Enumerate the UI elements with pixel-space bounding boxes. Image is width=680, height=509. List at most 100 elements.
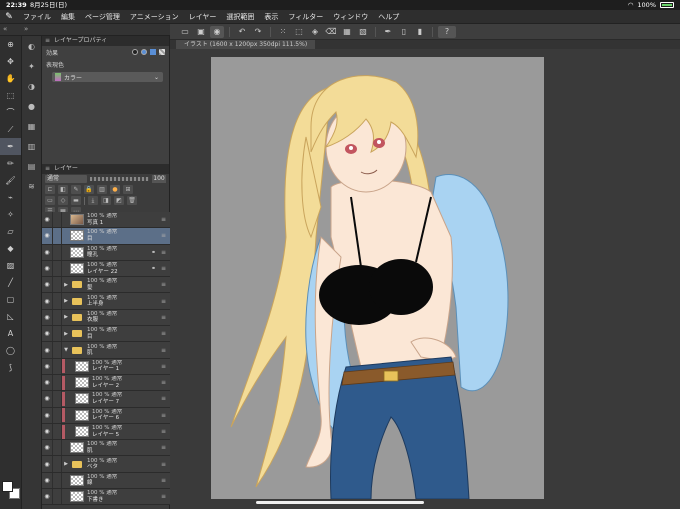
lock-icon[interactable]: 🔒 bbox=[84, 185, 94, 194]
layer-row[interactable]: ◉ 100 % 通常 レイヤー 5 ≡ bbox=[42, 423, 170, 441]
layer-drag-handle-icon[interactable]: ≡ bbox=[161, 249, 166, 256]
layer-edit-toggle[interactable] bbox=[52, 489, 62, 505]
layer-drag-handle-icon[interactable]: ≡ bbox=[161, 281, 166, 288]
layer-row[interactable]: ◉ ▶ 100 % 通常 ベタ ≡ bbox=[42, 456, 170, 473]
foreground-color-swatch[interactable] bbox=[2, 481, 13, 492]
sub-tool-5-icon[interactable]: ▦ bbox=[22, 116, 41, 136]
undo-icon[interactable]: ↶ bbox=[235, 26, 249, 38]
layer-row[interactable]: ◉ ▶ 100 % 通常 上半身 ≡ bbox=[42, 293, 170, 310]
lock-transparent-icon[interactable]: ▥ bbox=[97, 185, 107, 194]
layer-edit-toggle[interactable] bbox=[52, 244, 62, 260]
menu-file[interactable]: ファイル bbox=[18, 12, 56, 22]
decoration-icon[interactable]: ✧ bbox=[0, 206, 21, 223]
visibility-eye-icon[interactable]: ◉ bbox=[42, 412, 52, 419]
layer-row[interactable]: ◉ ▶ 100 % 通常 衣服 ≡ bbox=[42, 309, 170, 327]
new-vector-layer-icon[interactable]: ◇ bbox=[58, 196, 68, 205]
selection-icon[interactable]: ⬚ bbox=[0, 87, 21, 104]
layer-edit-toggle[interactable] bbox=[52, 228, 62, 244]
layer-edit-toggle[interactable] bbox=[52, 293, 62, 309]
layer-row[interactable]: ◉ 100 % 通常 レイヤー 6 ≡ bbox=[42, 407, 170, 424]
layer-row[interactable]: ◉ 100 % 通常 レイヤー 1 ≡ bbox=[42, 358, 170, 375]
sub-tool-2-icon[interactable]: ✦ bbox=[22, 56, 41, 76]
visibility-eye-icon[interactable]: ◉ bbox=[42, 428, 52, 435]
layer-row[interactable]: ◉ ▼ 100 % 通常肌 ≡ bbox=[42, 342, 170, 359]
ruler-icon[interactable]: ◺ bbox=[0, 308, 21, 325]
layer-drag-handle-icon[interactable]: ≡ bbox=[161, 444, 166, 451]
visibility-eye-icon[interactable]: ◉ bbox=[42, 395, 52, 402]
visibility-eye-icon[interactable]: ◉ bbox=[42, 314, 52, 321]
fill-icon[interactable]: ◆ bbox=[0, 240, 21, 257]
balloon-icon[interactable]: ◯ bbox=[0, 342, 21, 359]
layer-row[interactable]: ◉ 100 % 通常 瞳孔 ⚭ ≡ bbox=[42, 244, 170, 261]
magnify-icon[interactable]: ⊕ bbox=[0, 36, 21, 53]
folder-expand-icon[interactable]: ▶ bbox=[62, 298, 70, 304]
brush-size-icon[interactable]: ▮ bbox=[413, 26, 427, 38]
menu-filter[interactable]: フィルター bbox=[283, 12, 328, 22]
layer-drag-handle-icon[interactable]: ≡ bbox=[161, 461, 166, 468]
hand-icon[interactable]: ✋ bbox=[0, 70, 21, 87]
opacity-value[interactable]: 100 bbox=[152, 175, 166, 183]
layer-drag-handle-icon[interactable]: ≡ bbox=[161, 412, 166, 419]
color-swatches[interactable] bbox=[2, 481, 20, 499]
menu-animation[interactable]: アニメーション bbox=[125, 12, 184, 22]
redo-icon[interactable]: ↷ bbox=[251, 26, 265, 38]
apply-mask-icon[interactable]: ◩ bbox=[114, 196, 124, 205]
sub-tool-1-icon[interactable]: ◐ bbox=[22, 36, 41, 56]
layer-drag-handle-icon[interactable]: ≡ bbox=[161, 265, 166, 272]
visibility-eye-icon[interactable]: ◉ bbox=[42, 444, 52, 451]
visibility-eye-icon[interactable]: ◉ bbox=[42, 216, 52, 223]
visibility-eye-icon[interactable]: ◉ bbox=[42, 249, 52, 256]
layer-edit-toggle[interactable] bbox=[52, 212, 62, 228]
layer-edit-toggle[interactable] bbox=[52, 440, 62, 456]
layer-drag-handle-icon[interactable]: ≡ bbox=[161, 232, 166, 239]
layer-drag-handle-icon[interactable]: ≡ bbox=[161, 428, 166, 435]
folder-collapse-icon[interactable]: ▼ bbox=[62, 347, 70, 353]
layer-row[interactable]: ◉ 100 % 通常目 ≡ bbox=[42, 228, 170, 245]
eraser-settings-icon[interactable]: ▯ bbox=[397, 26, 411, 38]
sub-tool-8-icon[interactable]: ≋ bbox=[22, 176, 41, 196]
text-icon[interactable]: A bbox=[0, 325, 21, 342]
visibility-eye-icon[interactable]: ◉ bbox=[42, 232, 52, 239]
eyedropper-icon[interactable]: ⟋ bbox=[0, 121, 21, 138]
menu-selection[interactable]: 選択範囲 bbox=[221, 12, 259, 22]
layer-drag-handle-icon[interactable]: ≡ bbox=[161, 363, 166, 370]
layer-edit-toggle[interactable] bbox=[52, 374, 62, 391]
layer-drag-handle-icon[interactable]: ≡ bbox=[161, 298, 166, 305]
layer-edit-toggle[interactable] bbox=[52, 472, 62, 489]
menu-help[interactable]: ヘルプ bbox=[373, 12, 404, 22]
layer-drag-handle-icon[interactable]: ≡ bbox=[161, 493, 166, 500]
layer-edit-toggle[interactable] bbox=[52, 456, 62, 472]
effect-option-3[interactable] bbox=[150, 49, 156, 55]
layer-drag-handle-icon[interactable]: ≡ bbox=[161, 330, 166, 337]
visibility-eye-icon[interactable]: ◉ bbox=[42, 347, 52, 354]
settings-icon[interactable]: ◉ bbox=[210, 25, 224, 38]
copy-icon[interactable]: ▦ bbox=[340, 26, 354, 38]
layer-row[interactable]: ◉ 100 % 通常 レイヤー 22 ⚭ ≡ bbox=[42, 260, 170, 278]
collapse-left-icon[interactable]: « bbox=[3, 25, 7, 33]
merge-down-icon[interactable]: ⤓ bbox=[88, 196, 98, 205]
new-folder-icon[interactable]: ▬ bbox=[71, 196, 81, 205]
move-icon[interactable]: ✥ bbox=[0, 53, 21, 70]
document-tab[interactable]: イラスト (1600 x 1200px 350dpi 111.5%) bbox=[176, 40, 316, 49]
eraser-icon[interactable]: ▱ bbox=[0, 223, 21, 240]
layer-row[interactable]: ◉ 100 % 通常 レイヤー 7 ≡ bbox=[42, 391, 170, 408]
airbrush-icon[interactable]: ⌁ bbox=[0, 189, 21, 206]
layer-edit-toggle[interactable] bbox=[52, 423, 62, 440]
figure-icon[interactable]: ╱ bbox=[0, 274, 21, 291]
pen-settings-icon[interactable]: ✒ bbox=[381, 26, 395, 38]
layer-row[interactable]: ◉ ▶ 100 % 通常目 ≡ bbox=[42, 326, 170, 343]
menu-page[interactable]: ページ管理 bbox=[80, 12, 125, 22]
new-icon[interactable]: ▭ bbox=[178, 26, 192, 38]
folder-expand-icon[interactable]: ▶ bbox=[62, 331, 70, 337]
delete-layer-icon[interactable]: 🗑 bbox=[127, 196, 137, 205]
layer-edit-toggle[interactable] bbox=[52, 309, 62, 326]
layer-drag-handle-icon[interactable]: ≡ bbox=[161, 379, 166, 386]
canvas-area[interactable] bbox=[170, 49, 680, 509]
visibility-eye-icon[interactable]: ◉ bbox=[42, 461, 52, 468]
effect-option-2[interactable] bbox=[141, 49, 147, 55]
layer-drag-handle-icon[interactable]: ≡ bbox=[161, 347, 166, 354]
menu-layer[interactable]: レイヤー bbox=[184, 12, 222, 22]
folder-expand-icon[interactable]: ▶ bbox=[62, 282, 70, 288]
sub-tool-3-icon[interactable]: ◑ bbox=[22, 76, 41, 96]
folder-expand-icon[interactable]: ▶ bbox=[62, 314, 70, 320]
